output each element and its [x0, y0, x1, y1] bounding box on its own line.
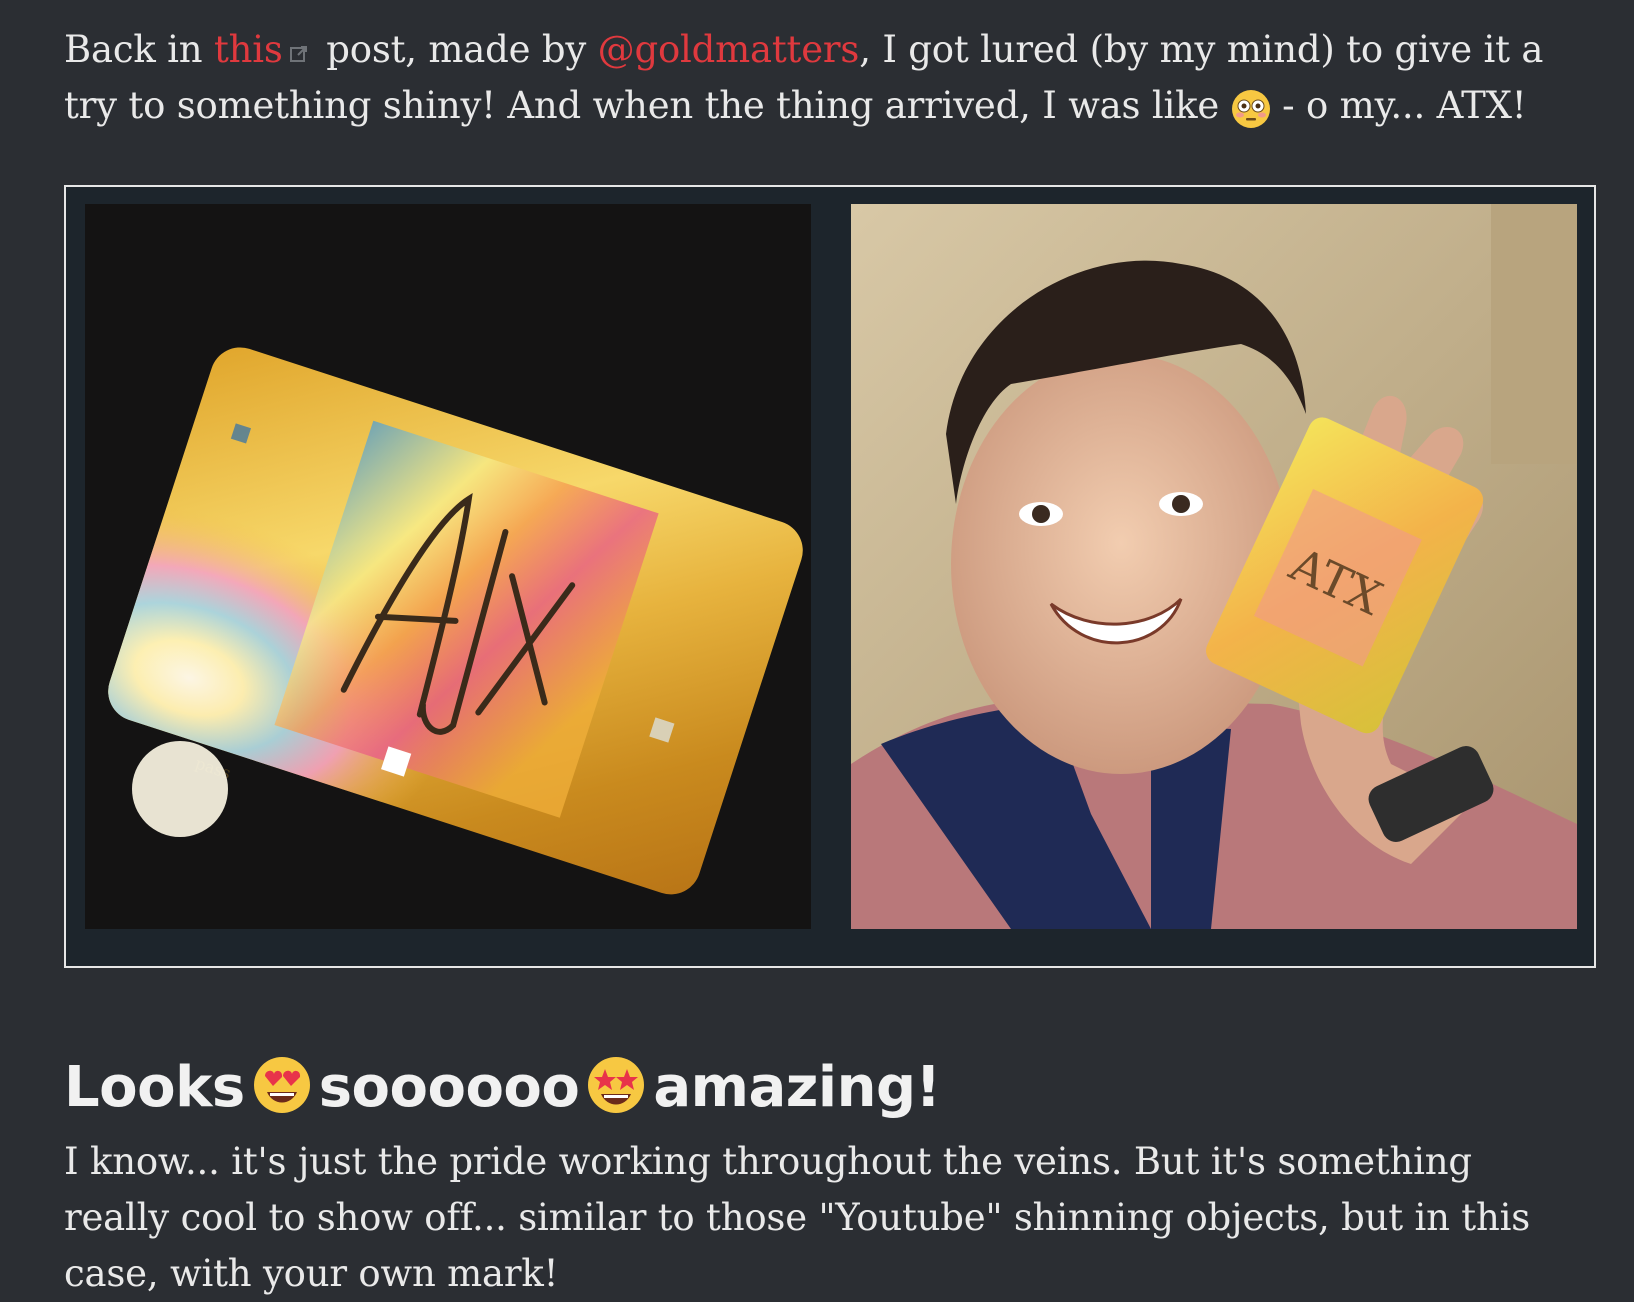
selfie-image: ATX	[851, 204, 1577, 929]
image-gallery: pass	[64, 185, 1596, 968]
intro-paragraph: Back in this post, made by @goldmatters,…	[64, 22, 1570, 134]
intro-text: - o my... ATX!	[1270, 84, 1527, 127]
post-body: Back in this post, made by @goldmatters,…	[0, 0, 1634, 134]
gold-card-photo[interactable]: pass	[85, 204, 811, 929]
heading-word: amazing!	[653, 1055, 941, 1120]
external-link-icon[interactable]	[289, 44, 309, 64]
star-struck-emoji-icon	[588, 1057, 645, 1113]
body-paragraph: I know... it's just the pride working th…	[64, 1140, 1531, 1295]
intro-text: post, made by	[314, 28, 598, 71]
selfie-photo[interactable]: ATX	[851, 204, 1577, 929]
flushed-face-emoji-icon	[1231, 89, 1270, 128]
user-mention-link[interactable]: @goldmatters	[598, 28, 860, 71]
heart-eyes-emoji-icon	[253, 1057, 310, 1113]
holographic-card-image: pass	[85, 204, 811, 929]
section-heading: Looks soooooo amazing!	[64, 1046, 941, 1130]
post-link[interactable]: this	[214, 28, 283, 71]
heading-word: Looks	[64, 1055, 245, 1120]
intro-text: Back in	[64, 28, 214, 71]
heading-word: soooooo	[318, 1055, 580, 1120]
